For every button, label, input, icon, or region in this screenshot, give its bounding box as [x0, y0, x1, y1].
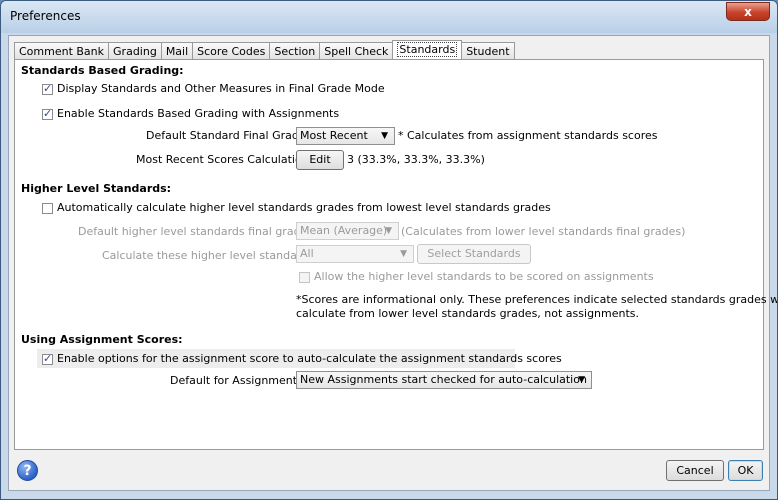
final-grade-select[interactable]: Most Recent ▼ — [296, 127, 395, 145]
edit-button[interactable]: Edit — [296, 150, 344, 170]
tab-label: Mail — [165, 45, 189, 58]
uas-section-title: Using Assignment Scores: — [21, 333, 183, 346]
standards-panel: Standards Based Grading: Display Standar… — [14, 59, 777, 450]
tab-mail[interactable]: Mail — [160, 42, 194, 59]
allow-scored-label: Allow the higher level standards to be s… — [314, 270, 654, 283]
uas-enable-label: Enable options for the assignment score … — [57, 352, 562, 365]
tab-label: Score Codes — [197, 45, 266, 58]
chevron-down-icon: ▼ — [385, 226, 392, 236]
tab-label: Student — [466, 45, 510, 58]
display-standards-checkbox-row[interactable]: Display Standards and Other Measures in … — [42, 82, 385, 95]
chevron-down-icon: ▼ — [400, 249, 407, 259]
display-standards-checkbox[interactable] — [42, 82, 53, 95]
tab-score-codes[interactable]: Score Codes — [192, 42, 271, 59]
chevron-down-icon: ▼ — [381, 131, 388, 141]
title-bar: Preferences x — [1, 1, 777, 33]
hls-note-line2: calculate from lower level standards gra… — [296, 307, 640, 320]
recent-calc-label: Most Recent Scores Calculation: — [136, 153, 313, 166]
close-icon: x — [744, 5, 752, 19]
hls-note-line1: *Scores are informational only. These pr… — [296, 293, 778, 306]
enable-sbg-checkbox[interactable] — [42, 107, 53, 120]
tab-strip: Comment Bank Grading Mail Score Codes Se… — [14, 40, 515, 60]
tab-comment-bank[interactable]: Comment Bank — [14, 42, 110, 59]
allow-scored-checkbox-row[interactable]: Allow the higher level standards to be s… — [299, 270, 654, 283]
chevron-down-icon: ▼ — [578, 375, 585, 385]
hls-section-title: Higher Level Standards: — [21, 182, 172, 195]
close-button[interactable]: x — [726, 2, 770, 21]
final-grade-value: Most Recent — [300, 129, 368, 142]
recent-calc-value: 3 (33.3%, 33.3%, 33.3%) — [347, 153, 485, 166]
tab-section[interactable]: Section — [269, 42, 321, 59]
select-standards-button[interactable]: Select Standards — [417, 244, 531, 264]
auto-calc-label: Automatically calculate higher level sta… — [57, 201, 551, 214]
assignments-default-value: New Assignments start checked for auto-c… — [300, 373, 587, 386]
allow-scored-checkbox[interactable] — [299, 271, 310, 283]
auto-calc-checkbox-row[interactable]: Automatically calculate higher level sta… — [42, 201, 551, 214]
hls-default-note: (Calculates from lower level standards f… — [401, 225, 686, 238]
help-icon[interactable]: ? — [17, 460, 38, 481]
uas-enable-checkbox-row[interactable]: Enable options for the assignment score … — [42, 352, 562, 365]
sbg-section-title: Standards Based Grading: — [21, 64, 184, 77]
assignments-default-label: Default for Assignments: — [170, 374, 307, 387]
preferences-window: Preferences x Comment Bank Grading Mail … — [0, 0, 778, 500]
enable-sbg-checkbox-row[interactable]: Enable Standards Based Grading with Assi… — [42, 107, 339, 120]
ok-button[interactable]: OK — [728, 460, 763, 481]
window-title: Preferences — [10, 9, 81, 23]
hls-default-value: Mean (Average) — [300, 224, 388, 237]
tab-grading[interactable]: Grading — [108, 42, 162, 59]
display-standards-label: Display Standards and Other Measures in … — [57, 82, 385, 95]
tab-label: Comment Bank — [19, 45, 105, 58]
tab-label: Grading — [113, 45, 157, 58]
dialog-body: Comment Bank Grading Mail Score Codes Se… — [8, 35, 777, 491]
hls-calc-select[interactable]: All ▼ — [296, 245, 414, 263]
tab-label: Section — [274, 45, 316, 58]
final-grade-note: * Calculates from assignment standards s… — [398, 129, 658, 142]
cancel-button[interactable]: Cancel — [666, 460, 724, 481]
hls-calc-label: Calculate these higher level standards: — [102, 249, 318, 262]
tab-spell-check[interactable]: Spell Check — [319, 42, 394, 59]
assignments-default-select[interactable]: New Assignments start checked for auto-c… — [296, 371, 592, 389]
auto-calc-checkbox[interactable] — [42, 202, 53, 214]
tab-student[interactable]: Student — [461, 42, 515, 59]
enable-sbg-label: Enable Standards Based Grading with Assi… — [57, 107, 340, 120]
final-grade-label: Default Standard Final Grade*: — [146, 129, 315, 142]
tab-standards[interactable]: Standards — [392, 40, 463, 59]
hls-calc-value: All — [300, 247, 314, 260]
tab-label: Spell Check — [324, 45, 389, 58]
hls-default-label: Default higher level standards final gra… — [78, 225, 317, 238]
hls-default-select[interactable]: Mean (Average) ▼ — [296, 222, 399, 240]
uas-enable-checkbox[interactable] — [42, 352, 53, 365]
tab-label: Standards — [397, 42, 458, 57]
